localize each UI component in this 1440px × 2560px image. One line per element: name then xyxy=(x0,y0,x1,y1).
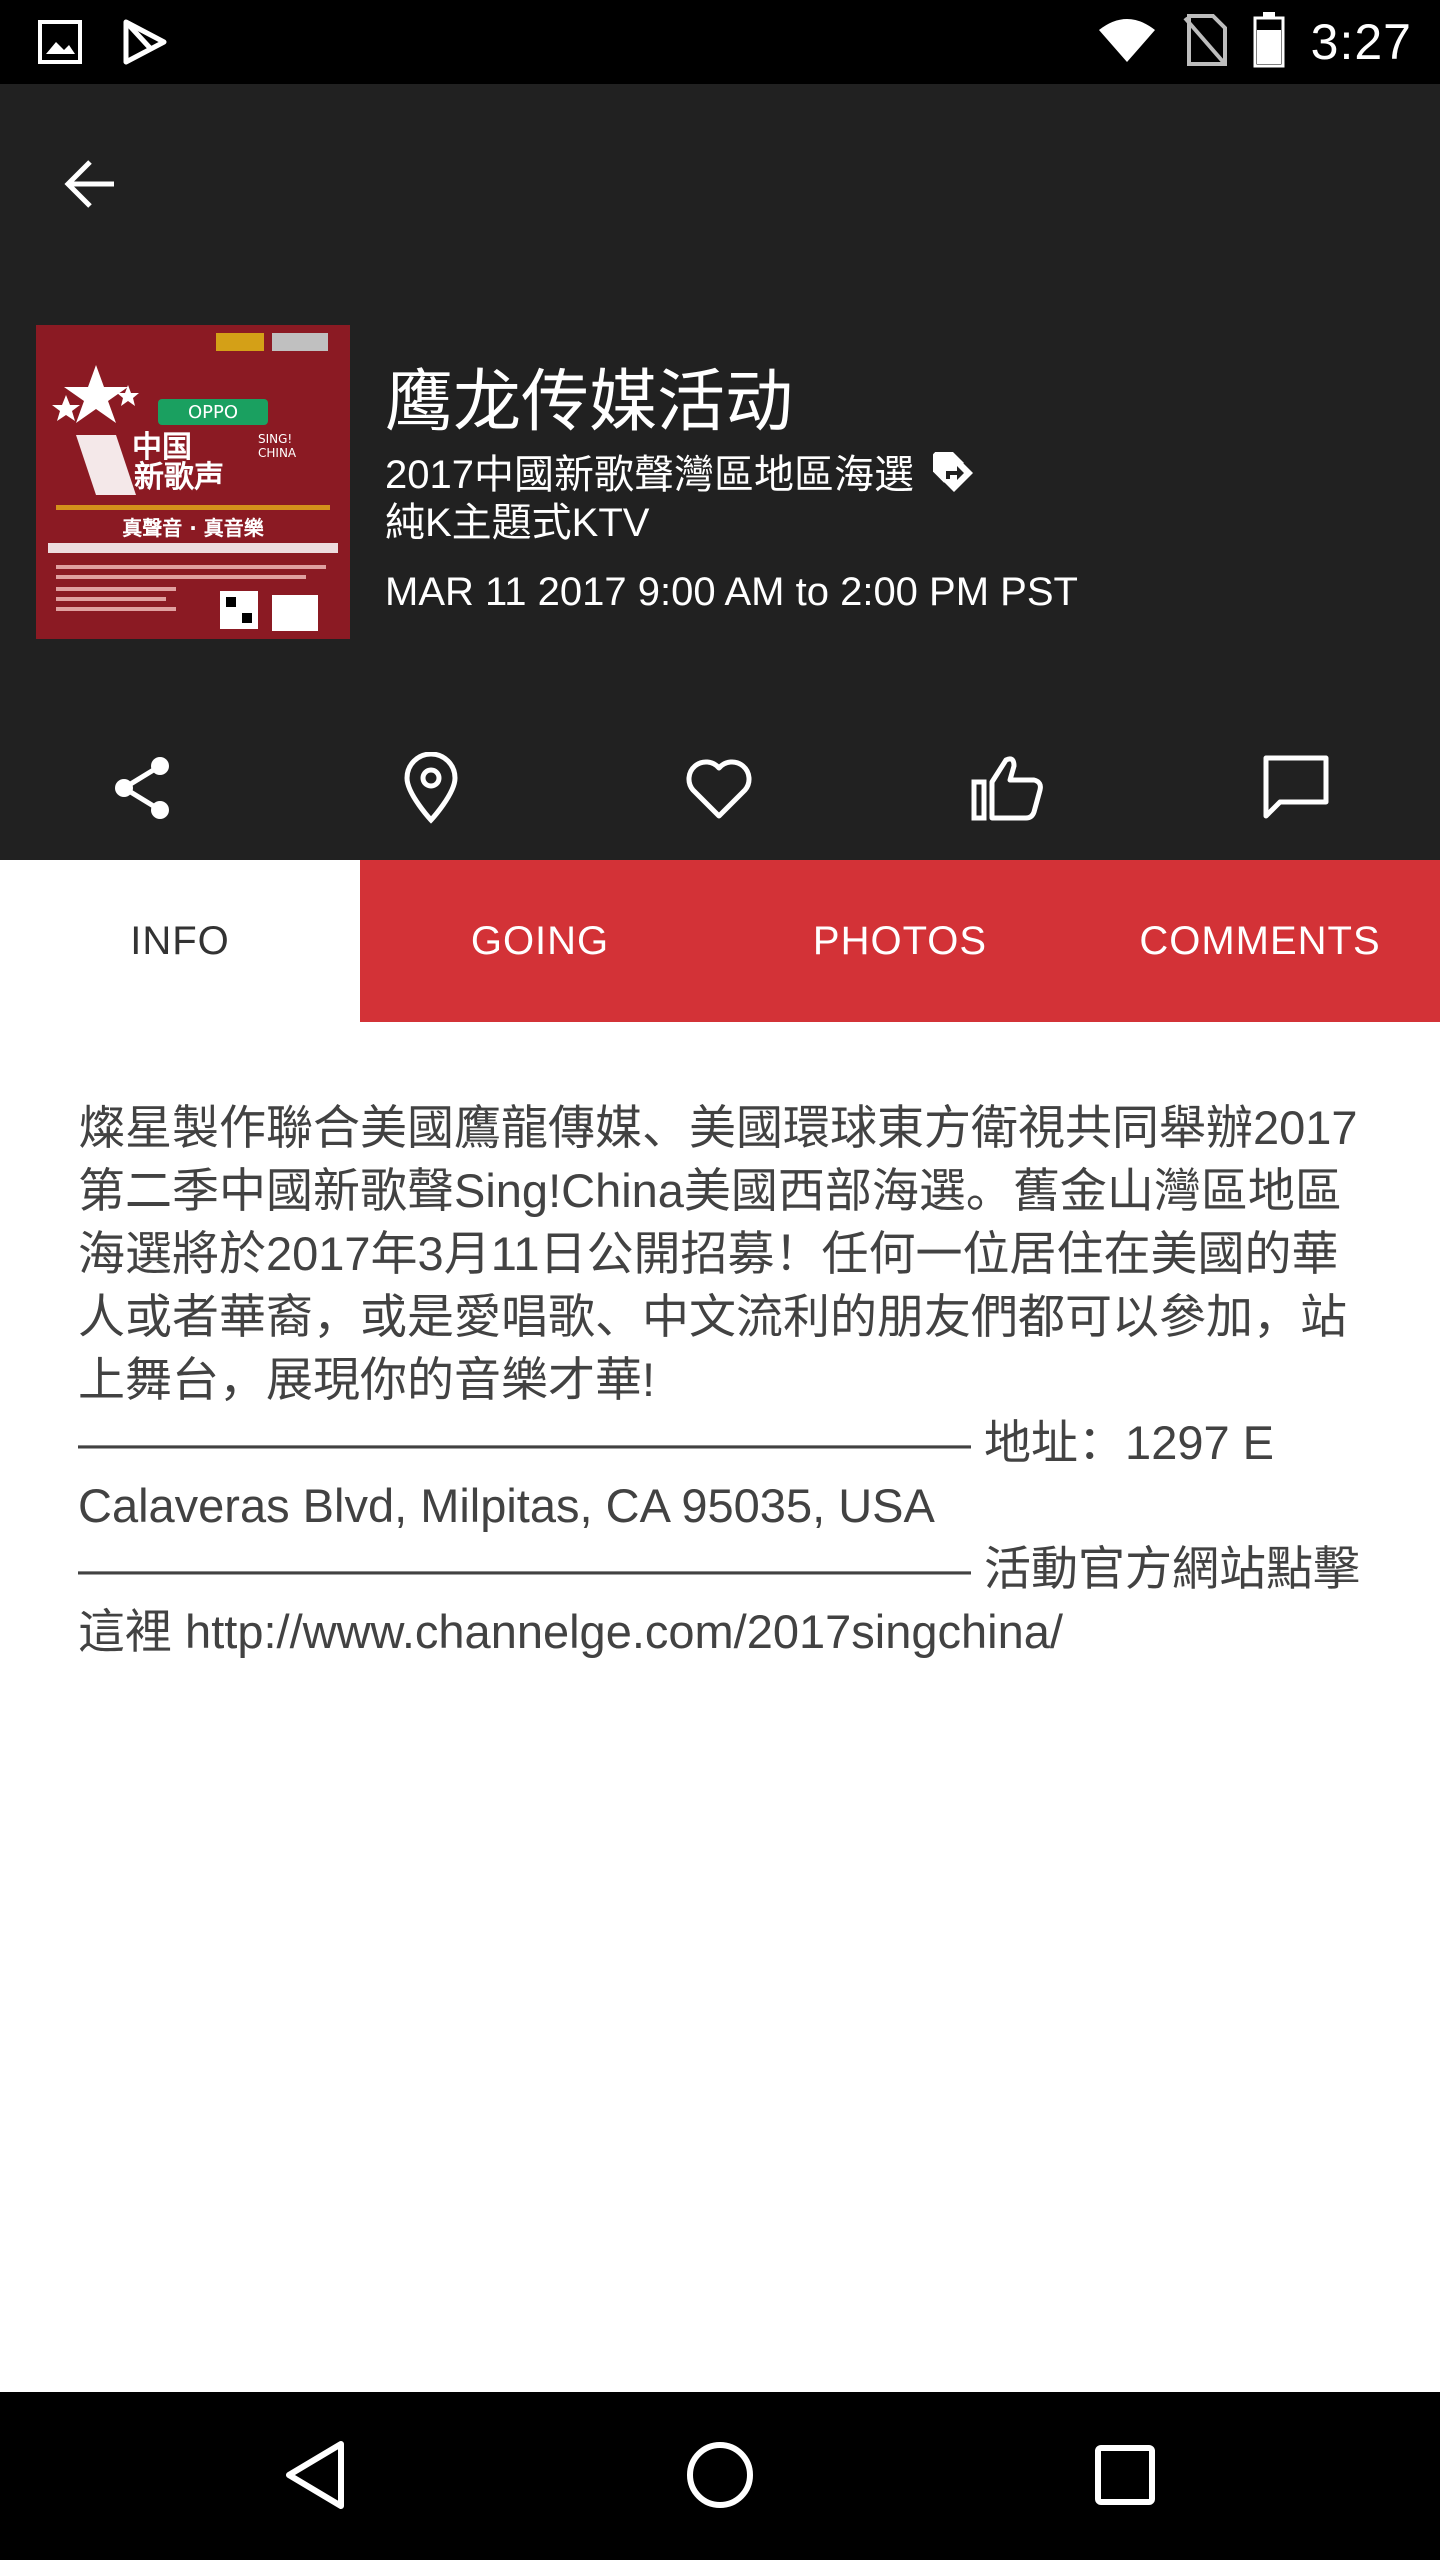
location-button[interactable] xyxy=(371,724,491,856)
tab-photos[interactable]: PHOTOS xyxy=(720,860,1080,1022)
tab-going[interactable]: GOING xyxy=(360,860,720,1022)
event-header: OPPO 中国 新歌声 SING! CHINA 真聲音 · 真音樂 鹰龙传媒活动… xyxy=(0,84,1440,860)
back-triangle-icon xyxy=(283,2440,347,2515)
battery-icon xyxy=(1253,11,1285,73)
event-venue[interactable]: 2017中國新歌聲灣區地區海選 純K主題式KTV xyxy=(385,443,1085,547)
event-poster: OPPO 中国 新歌声 SING! CHINA 真聲音 · 真音樂 xyxy=(36,325,350,639)
nav-recents-button[interactable] xyxy=(1070,2422,1180,2532)
poster-brand-line2: 新歌声 xyxy=(134,460,224,495)
no-sim-icon xyxy=(1183,13,1227,71)
status-bar: 3:27 xyxy=(0,0,1440,84)
directions-icon xyxy=(924,443,975,497)
like-button[interactable] xyxy=(948,724,1068,856)
favorite-button[interactable] xyxy=(659,724,779,856)
tab-info[interactable]: INFO xyxy=(0,860,360,1022)
action-row xyxy=(0,724,1440,856)
map-pin-icon xyxy=(399,751,463,829)
event-title: 鹰龙传媒活动 xyxy=(385,364,794,440)
status-time: 3:27 xyxy=(1310,14,1412,70)
poster-china-text: CHINA xyxy=(258,446,297,460)
status-right-icons: 3:27 xyxy=(1097,10,1412,74)
event-description: 燦星製作聯合美國鷹龍傳媒、美國環球東方衛視共同舉辦2017第二季中國新歌聲Sin… xyxy=(78,1101,1361,1658)
system-nav-bar xyxy=(0,2392,1440,2560)
venue-line2: 純K主題式KTV xyxy=(385,501,650,545)
back-button[interactable] xyxy=(48,144,132,228)
recents-square-icon xyxy=(1093,2443,1157,2512)
venue-line1: 2017中國新歌聲灣區地區海選 xyxy=(385,453,914,497)
poster-sing-text: SING! xyxy=(258,432,292,446)
arrow-left-icon xyxy=(62,156,118,217)
heart-icon xyxy=(683,754,755,827)
share-icon xyxy=(106,752,178,829)
poster-slogan: 真聲音 · 真音樂 xyxy=(122,516,265,540)
wifi-icon xyxy=(1097,16,1157,69)
nav-home-button[interactable] xyxy=(665,2422,775,2532)
home-circle-icon xyxy=(684,2439,756,2516)
status-left-icons xyxy=(38,18,168,71)
thumbs-up-icon xyxy=(970,752,1046,829)
poster-oppo-text: OPPO xyxy=(188,402,238,423)
poster-art: OPPO 中国 新歌声 SING! CHINA 真聲音 · 真音樂 xyxy=(36,325,350,639)
share-button[interactable] xyxy=(82,724,202,856)
event-detail-screen: 3:27 OPPO 中国 新歌声 SING! CHINA 真聲音 · 真音樂 鹰… xyxy=(0,0,1440,2560)
tab-bar: INFO GOING PHOTOS COMMENTS xyxy=(0,860,1440,1022)
comment-button[interactable] xyxy=(1236,724,1356,856)
event-datetime: MAR 11 2017 9:00 AM to 2:00 PM PST xyxy=(385,570,1078,614)
chat-bubble-icon xyxy=(1260,752,1332,829)
tab-comments[interactable]: COMMENTS xyxy=(1080,860,1440,1022)
play-store-icon xyxy=(120,18,168,71)
nav-back-button[interactable] xyxy=(260,2422,370,2532)
image-icon xyxy=(38,20,82,69)
